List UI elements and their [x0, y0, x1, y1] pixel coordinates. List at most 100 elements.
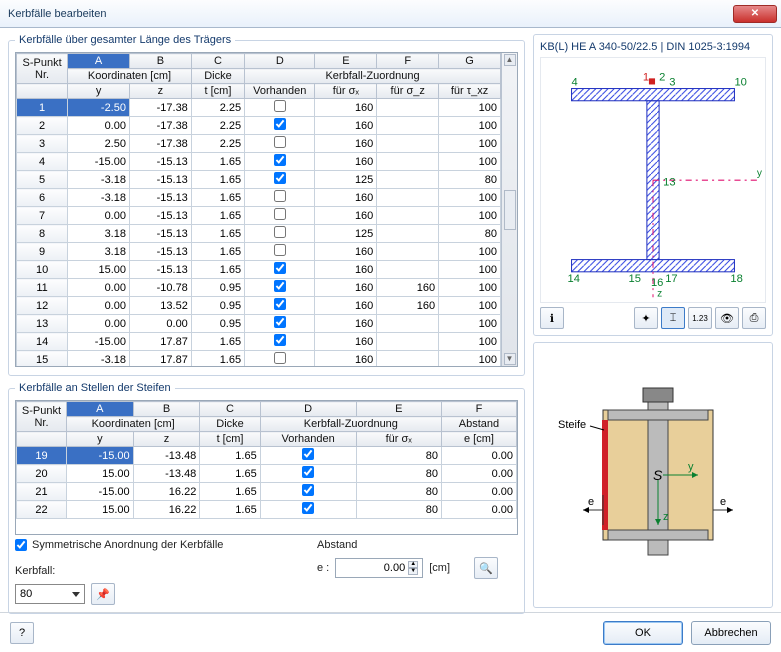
table-row[interactable]: 20.00-17.382.25160100 — [17, 117, 501, 135]
table-row[interactable]: 32.50-17.382.25160100 — [17, 135, 501, 153]
vorhanden-checkbox[interactable] — [274, 154, 286, 166]
table2-wrap: S-PunktNr. A B C D E F Koordinaten [cm] … — [15, 400, 518, 535]
kerbfall-dropdown[interactable]: 80 — [15, 584, 85, 604]
svg-text:y: y — [757, 168, 763, 179]
vorhanden-checkbox[interactable] — [302, 484, 314, 496]
table-row[interactable]: 2215.0016.221.65800.00 — [17, 501, 517, 519]
vorhanden-checkbox[interactable] — [302, 466, 314, 478]
titlebar: Kerbfälle bearbeiten ✕ — [0, 0, 781, 28]
close-button[interactable]: ✕ — [733, 5, 777, 23]
kerbfall-label: Kerbfall: — [15, 565, 55, 577]
svg-text:Steife: Steife — [558, 419, 586, 431]
vorhanden-checkbox[interactable] — [274, 190, 286, 202]
col2-A[interactable]: A — [67, 402, 134, 417]
svg-text:1: 1 — [643, 71, 649, 83]
col-G[interactable]: G — [439, 54, 501, 69]
vorhanden-checkbox[interactable] — [274, 262, 286, 274]
table-row[interactable]: 1-2.50-17.382.25160100 — [17, 99, 501, 117]
table-row[interactable]: 5-3.18-15.131.6512580 — [17, 171, 501, 189]
window-title: Kerbfälle bearbeiten — [8, 8, 106, 20]
col-F[interactable]: F — [377, 54, 439, 69]
vorhanden-checkbox[interactable] — [274, 280, 286, 292]
kerbfall-pick-button[interactable]: 📌 — [91, 583, 115, 605]
col-E[interactable]: E — [315, 54, 377, 69]
vorhanden-checkbox[interactable] — [274, 244, 286, 256]
col-C[interactable]: C — [191, 54, 244, 69]
tool-values-button[interactable]: 1.23 — [688, 307, 712, 329]
svg-text:17: 17 — [665, 273, 677, 285]
table1-scrollbar[interactable]: ▲▼ — [501, 53, 517, 366]
table-row[interactable]: 2015.00-13.481.65800.00 — [17, 465, 517, 483]
table-row[interactable]: 6-3.18-15.131.65160100 — [17, 189, 501, 207]
table-row[interactable]: 19-15.00-13.481.65800.00 — [17, 447, 517, 465]
section-traeger-legend: Kerbfälle über gesamter Länge des Träger… — [15, 34, 235, 46]
table-row[interactable]: 21-15.0016.221.65800.00 — [17, 483, 517, 501]
table-row[interactable]: 93.18-15.131.65160100 — [17, 243, 501, 261]
vorhanden-checkbox[interactable] — [302, 502, 314, 514]
section-steifen-legend: Kerbfälle an Stellen der Steifen — [15, 382, 175, 394]
symmetric-checkbox[interactable] — [15, 539, 27, 551]
cancel-button[interactable]: Abbrechen — [691, 621, 771, 645]
vorhanden-checkbox[interactable] — [274, 352, 286, 364]
svg-text:18: 18 — [730, 273, 742, 285]
e-label: e : — [317, 562, 329, 574]
svg-text:2: 2 — [659, 71, 665, 83]
vorhanden-checkbox[interactable] — [274, 298, 286, 310]
info-button[interactable]: ℹ — [540, 307, 564, 329]
svg-text:e: e — [588, 496, 594, 508]
svg-text:15: 15 — [629, 273, 641, 285]
col-A[interactable]: A — [68, 54, 130, 69]
tool-view-button[interactable]: 👁 — [715, 307, 739, 329]
symmetric-label: Symmetrische Anordnung der Kerbfälle — [32, 539, 223, 551]
ok-button[interactable]: OK — [603, 621, 683, 645]
table2[interactable]: S-PunktNr. A B C D E F Koordinaten [cm] … — [16, 401, 517, 519]
svg-text:13: 13 — [663, 176, 675, 188]
svg-text:3: 3 — [669, 76, 675, 88]
col-D[interactable]: D — [245, 54, 315, 69]
zoom-button[interactable]: 🔍 — [474, 557, 498, 579]
vorhanden-checkbox[interactable] — [274, 136, 286, 148]
col-B[interactable]: B — [129, 54, 191, 69]
vorhanden-checkbox[interactable] — [274, 226, 286, 238]
table-row[interactable]: 120.0013.520.95160160100 — [17, 297, 501, 315]
table-row[interactable]: 70.00-15.131.65160100 — [17, 207, 501, 225]
table-row[interactable]: 15-3.1817.871.65160100 — [17, 351, 501, 367]
abstand-input[interactable]: 0.00 ▲▼ — [335, 558, 423, 578]
table-row[interactable]: 4-15.00-15.131.65160100 — [17, 153, 501, 171]
vorhanden-checkbox[interactable] — [274, 316, 286, 328]
svg-text:z: z — [663, 511, 669, 523]
tool-beam-button[interactable]: ⌶ — [661, 307, 685, 329]
table-row[interactable]: 130.000.000.95160100 — [17, 315, 501, 333]
table-row[interactable]: 1015.00-15.131.65160100 — [17, 261, 501, 279]
footer: ? OK Abbrechen — [0, 612, 781, 652]
vorhanden-checkbox[interactable] — [274, 172, 286, 184]
abstand-label: Abstand — [317, 539, 498, 551]
preview-title: KB(L) HE A 340-50/22.5 | DIN 1025-3:1994 — [540, 41, 766, 53]
svg-text:10: 10 — [734, 76, 746, 88]
preview-canvas: y z 4 1 2 3 10 13 14 15 16 17 18 — [540, 57, 766, 303]
section-steifen: Kerbfälle an Stellen der Steifen S-Punkt… — [8, 382, 525, 614]
vorhanden-checkbox[interactable] — [274, 334, 286, 346]
vorhanden-checkbox[interactable] — [274, 118, 286, 130]
vorhanden-checkbox[interactable] — [302, 448, 314, 460]
svg-text:14: 14 — [567, 273, 579, 285]
table1[interactable]: S-PunktNr. A B C D E F G Koordinaten [cm… — [16, 53, 501, 366]
svg-text:4: 4 — [572, 76, 578, 88]
svg-text:z: z — [657, 288, 662, 299]
vorhanden-checkbox[interactable] — [274, 208, 286, 220]
table-row[interactable]: 83.18-15.131.6512580 — [17, 225, 501, 243]
e-unit: [cm] — [429, 562, 450, 574]
tool-axes-button[interactable]: ✦ — [634, 307, 658, 329]
svg-text:y: y — [688, 461, 694, 473]
preview-toolbar: ℹ ✦ ⌶ 1.23 👁 ⎙ — [540, 307, 766, 329]
tool-print-button[interactable]: ⎙ — [742, 307, 766, 329]
svg-text:e: e — [720, 496, 726, 508]
vorhanden-checkbox[interactable] — [274, 100, 286, 112]
table-row[interactable]: 110.00-10.780.95160160100 — [17, 279, 501, 297]
table1-wrap: S-PunktNr. A B C D E F G Koordinaten [cm… — [15, 52, 518, 367]
help-button[interactable]: ? — [10, 622, 34, 644]
cross-section-preview: KB(L) HE A 340-50/22.5 | DIN 1025-3:1994… — [533, 34, 773, 336]
svg-text:16: 16 — [651, 277, 663, 289]
section-traeger: Kerbfälle über gesamter Länge des Träger… — [8, 34, 525, 376]
table-row[interactable]: 14-15.0017.871.65160100 — [17, 333, 501, 351]
